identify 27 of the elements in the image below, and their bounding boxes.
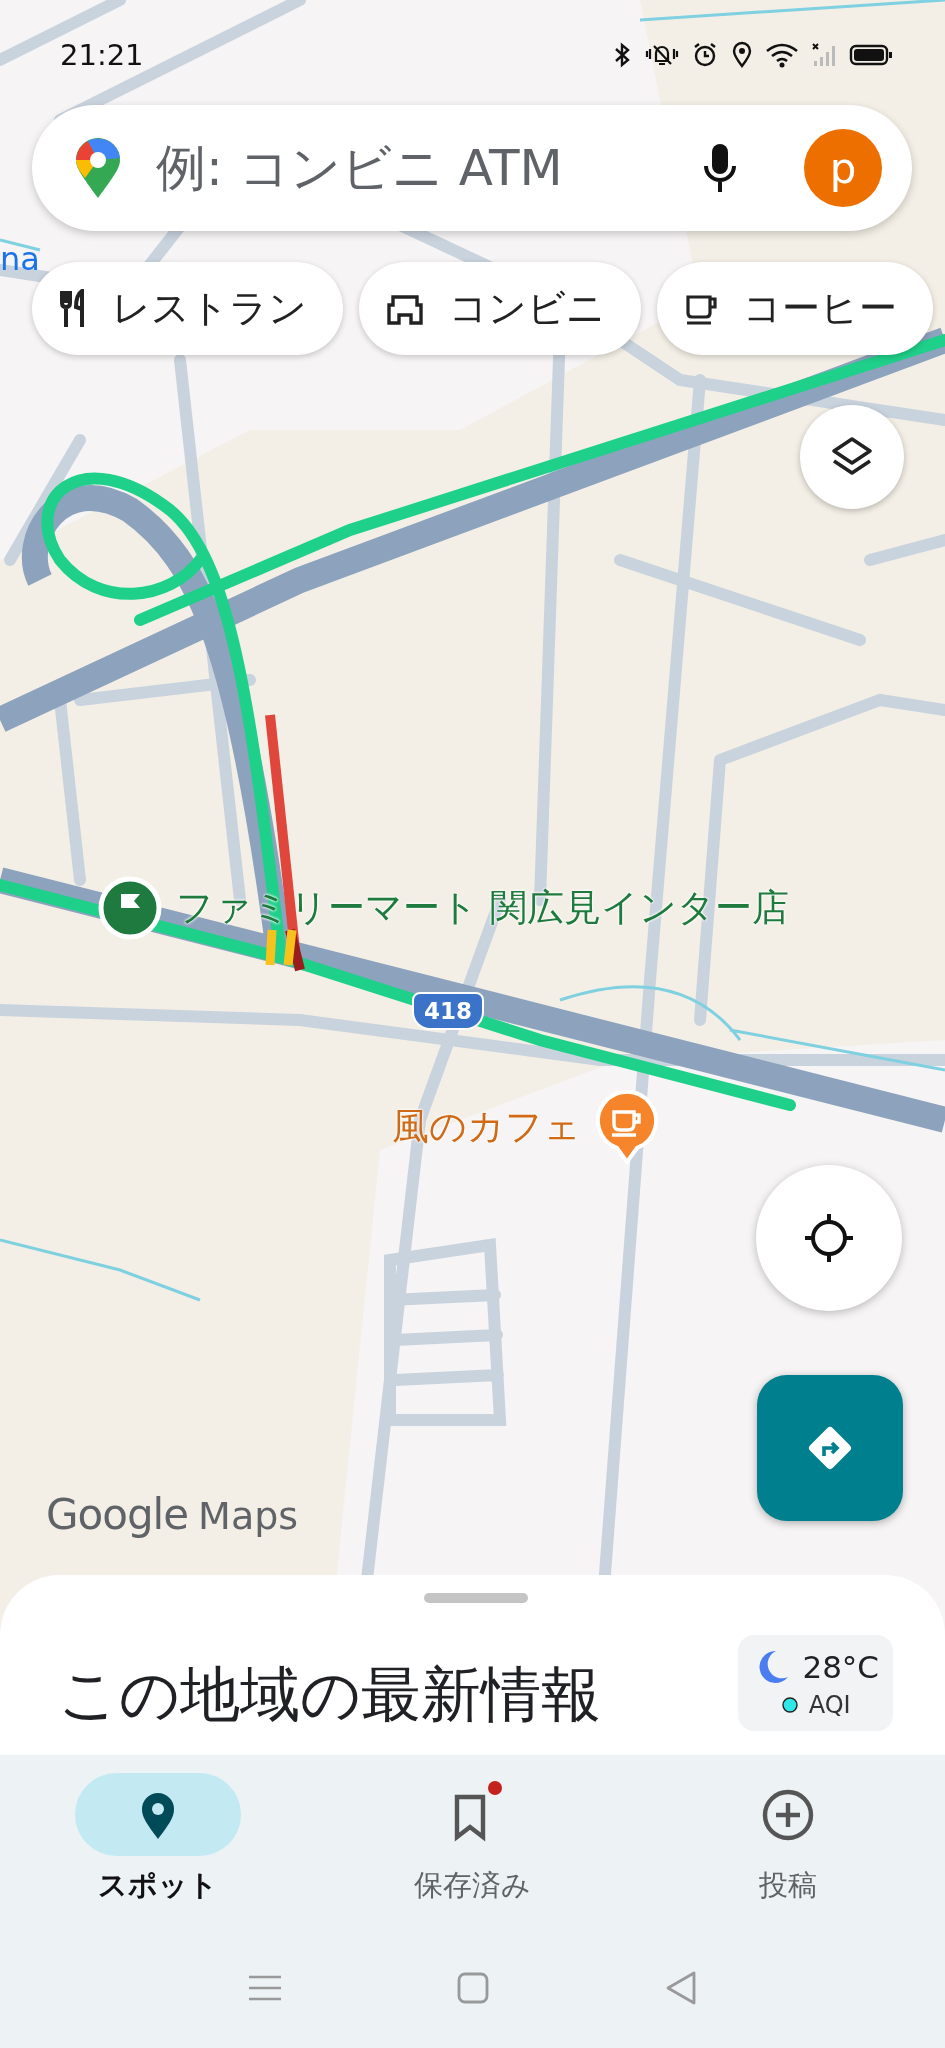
route-shield: 418 bbox=[412, 992, 484, 1030]
weather-card[interactable]: 28°C AQI bbox=[738, 1635, 893, 1731]
home-square-icon[interactable] bbox=[456, 1971, 491, 2005]
search-field[interactable]: 例: コンビニ ATM p bbox=[32, 105, 912, 231]
place-label[interactable]: 風のカフェ bbox=[392, 1102, 581, 1152]
battery-icon bbox=[849, 43, 893, 67]
nav-tab[interactable]: スポット bbox=[0, 1773, 315, 1906]
signal-icon bbox=[811, 42, 837, 68]
air-quality-label: AQI bbox=[808, 1691, 851, 1719]
nav-tab[interactable]: 保存済み bbox=[315, 1773, 630, 1906]
wifi-icon bbox=[765, 42, 799, 68]
microphone-icon[interactable] bbox=[702, 142, 738, 194]
air-quality-dot-icon bbox=[780, 1696, 799, 1714]
map-logo: Maps bbox=[198, 1494, 299, 1538]
sheet-title: この地域の最新情報 bbox=[58, 1658, 601, 1731]
nav-tab[interactable]: 投稿 bbox=[630, 1773, 945, 1906]
map-logo: Google bbox=[46, 1490, 189, 1539]
category-chip[interactable]: コンビニ bbox=[359, 262, 641, 355]
drag-handle[interactable] bbox=[423, 1593, 528, 1603]
category-chip[interactable]: コーヒー bbox=[657, 262, 933, 355]
coffee-marker-icon[interactable] bbox=[595, 1090, 659, 1164]
profile-avatar[interactable]: p bbox=[804, 129, 882, 207]
temperature: 28°C bbox=[802, 1649, 879, 1685]
location-icon bbox=[731, 41, 753, 69]
menu-icon[interactable] bbox=[246, 1973, 283, 2003]
status-time: 21:21 bbox=[60, 38, 144, 72]
directions-button[interactable] bbox=[757, 1375, 903, 1521]
